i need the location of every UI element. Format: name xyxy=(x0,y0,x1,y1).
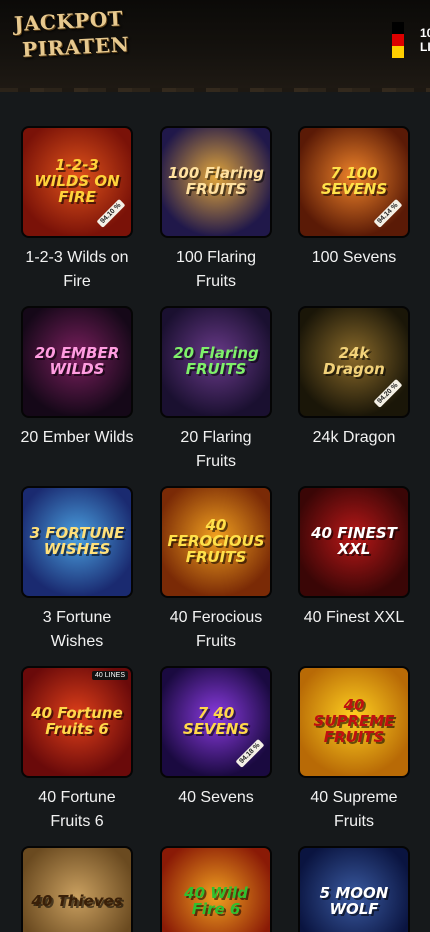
game-thumbnail[interactable]: 3 FORTUNE WISHES xyxy=(21,486,133,598)
game-thumbnail-art-text: 3 FORTUNE WISHES xyxy=(29,524,125,558)
game-card[interactable]: 1-2-3 WILDS ON FIRE 94.10 % 1-2-3 Wilds on… xyxy=(20,126,134,294)
game-card[interactable]: 3 FORTUNE WISHES 3 Fortune Wishes xyxy=(20,486,134,654)
game-thumbnail[interactable]: 100 Flaring FRUITS xyxy=(160,126,272,238)
game-card[interactable]: 100 Flaring FRUITS 100 Flaring Fruits xyxy=(159,126,273,294)
game-card[interactable]: 40 Fortune Fruits 6 40 LINES 40 Fortune Fr… xyxy=(20,666,134,834)
game-thumbnail[interactable]: 40 Thieves xyxy=(21,846,133,932)
logo-line-2: PIRATEN xyxy=(21,32,130,62)
game-thumbnail[interactable]: 7 100 SEVENS 94.14 % xyxy=(298,126,410,238)
game-title[interactable]: 40 Ferocious Fruits xyxy=(159,606,273,654)
game-title[interactable]: 40 Sevens xyxy=(159,786,273,810)
flag-stripe-red xyxy=(392,34,404,46)
game-card[interactable]: 20 EMBER WILDS 20 Ember Wilds xyxy=(20,306,134,450)
game-title[interactable]: 40 Finest XXL xyxy=(297,606,411,630)
game-thumbnail-art-text: 40 Thieves xyxy=(31,892,123,911)
language-code-line-1: 10 xyxy=(420,26,430,40)
logo-line-1: JACKPOT xyxy=(13,6,124,36)
game-thumbnail[interactable]: 40 SUPREME FRUITS xyxy=(298,666,410,778)
game-title[interactable]: 40 Supreme Fruits xyxy=(297,786,411,834)
game-title[interactable]: 100 Sevens xyxy=(297,246,411,270)
rtp-badge: 94.14 % xyxy=(373,199,403,228)
game-thumbnail[interactable]: 40 FINEST XXL xyxy=(298,486,410,598)
game-thumbnail-art-text: 7 40 SEVENS xyxy=(182,704,250,738)
game-thumbnail-art-text: 20 EMBER WILDS xyxy=(34,344,120,378)
game-card[interactable]: 5 MOON WOLF xyxy=(297,846,411,932)
game-card[interactable]: 40 Wild Fire 6 xyxy=(159,846,273,932)
game-thumbnail[interactable]: 40 FEROCIOUS FRUITS xyxy=(160,486,272,598)
game-thumbnail[interactable]: 24k Dragon 94.20 % xyxy=(298,306,410,418)
game-card[interactable]: 24k Dragon 94.20 % 24k Dragon xyxy=(297,306,411,450)
game-thumbnail-art-text: 100 Flaring FRUITS xyxy=(168,164,264,198)
game-thumbnail[interactable]: 20 Flaring FRUITS xyxy=(160,306,272,418)
language-flag-icon[interactable] xyxy=(392,22,404,58)
game-thumbnail[interactable]: 7 40 SEVENS 94.18 % xyxy=(160,666,272,778)
game-card[interactable]: 7 40 SEVENS 94.18 % 40 Sevens xyxy=(159,666,273,810)
game-thumbnail-art-text: 24k Dragon xyxy=(323,344,385,378)
game-thumbnail[interactable]: 5 MOON WOLF xyxy=(298,846,410,932)
language-selector[interactable]: 10 LI xyxy=(420,26,430,54)
game-thumbnail-art-text: 40 Wild Fire 6 xyxy=(184,884,248,918)
game-title[interactable]: 1-2-3 Wilds on Fire xyxy=(20,246,134,294)
game-title[interactable]: 24k Dragon xyxy=(297,426,411,450)
game-card[interactable]: 40 FINEST XXL 40 Finest XXL xyxy=(297,486,411,630)
game-thumbnail[interactable]: 40 Fortune Fruits 6 40 LINES xyxy=(21,666,133,778)
game-thumbnail-art-text: 40 FINEST XXL xyxy=(311,524,397,558)
game-thumbnail-art-text: 5 MOON WOLF xyxy=(319,884,389,918)
game-thumbnail-art-text: 40 FEROCIOUS FRUITS xyxy=(167,516,265,566)
game-thumbnail-art-text: 40 SUPREME FRUITS xyxy=(313,696,395,746)
game-title[interactable]: 20 Ember Wilds xyxy=(20,426,134,450)
rtp-badge: 94.18 % xyxy=(235,739,265,768)
site-logo[interactable]: JACKPOT PIRATEN xyxy=(13,6,134,70)
game-title[interactable]: 40 Fortune Fruits 6 xyxy=(20,786,134,834)
site-header: JACKPOT PIRATEN 10 LI xyxy=(0,0,430,92)
rtp-badge: 94.20 % xyxy=(373,379,403,408)
flag-stripe-gold xyxy=(392,46,404,58)
game-thumbnail-art-text: 1-2-3 WILDS ON FIRE xyxy=(34,156,120,206)
game-title[interactable]: 20 Flaring Fruits xyxy=(159,426,273,474)
game-thumbnail[interactable]: 40 Wild Fire 6 xyxy=(160,846,272,932)
game-thumbnail-art-text: 40 Fortune Fruits 6 xyxy=(31,704,123,738)
game-thumbnail-art-text: 20 Flaring FRUITS xyxy=(173,344,259,378)
game-thumbnail[interactable]: 20 EMBER WILDS xyxy=(21,306,133,418)
lines-badge: 40 LINES xyxy=(92,671,128,680)
game-title[interactable]: 100 Flaring Fruits xyxy=(159,246,273,294)
game-thumbnail-art-text: 7 100 SEVENS xyxy=(320,164,388,198)
game-card[interactable]: 20 Flaring FRUITS 20 Flaring Fruits xyxy=(159,306,273,474)
game-title[interactable]: 3 Fortune Wishes xyxy=(20,606,134,654)
flag-stripe-black xyxy=(392,22,404,34)
game-card[interactable]: 7 100 SEVENS 94.14 % 100 Sevens xyxy=(297,126,411,270)
game-card[interactable]: 40 Thieves xyxy=(20,846,134,932)
game-card[interactable]: 40 SUPREME FRUITS 40 Supreme Fruits xyxy=(297,666,411,834)
game-card[interactable]: 40 FEROCIOUS FRUITS 40 Ferocious Fruits xyxy=(159,486,273,654)
game-thumbnail[interactable]: 1-2-3 WILDS ON FIRE 94.10 % xyxy=(21,126,133,238)
language-code-line-2: LI xyxy=(420,40,430,54)
